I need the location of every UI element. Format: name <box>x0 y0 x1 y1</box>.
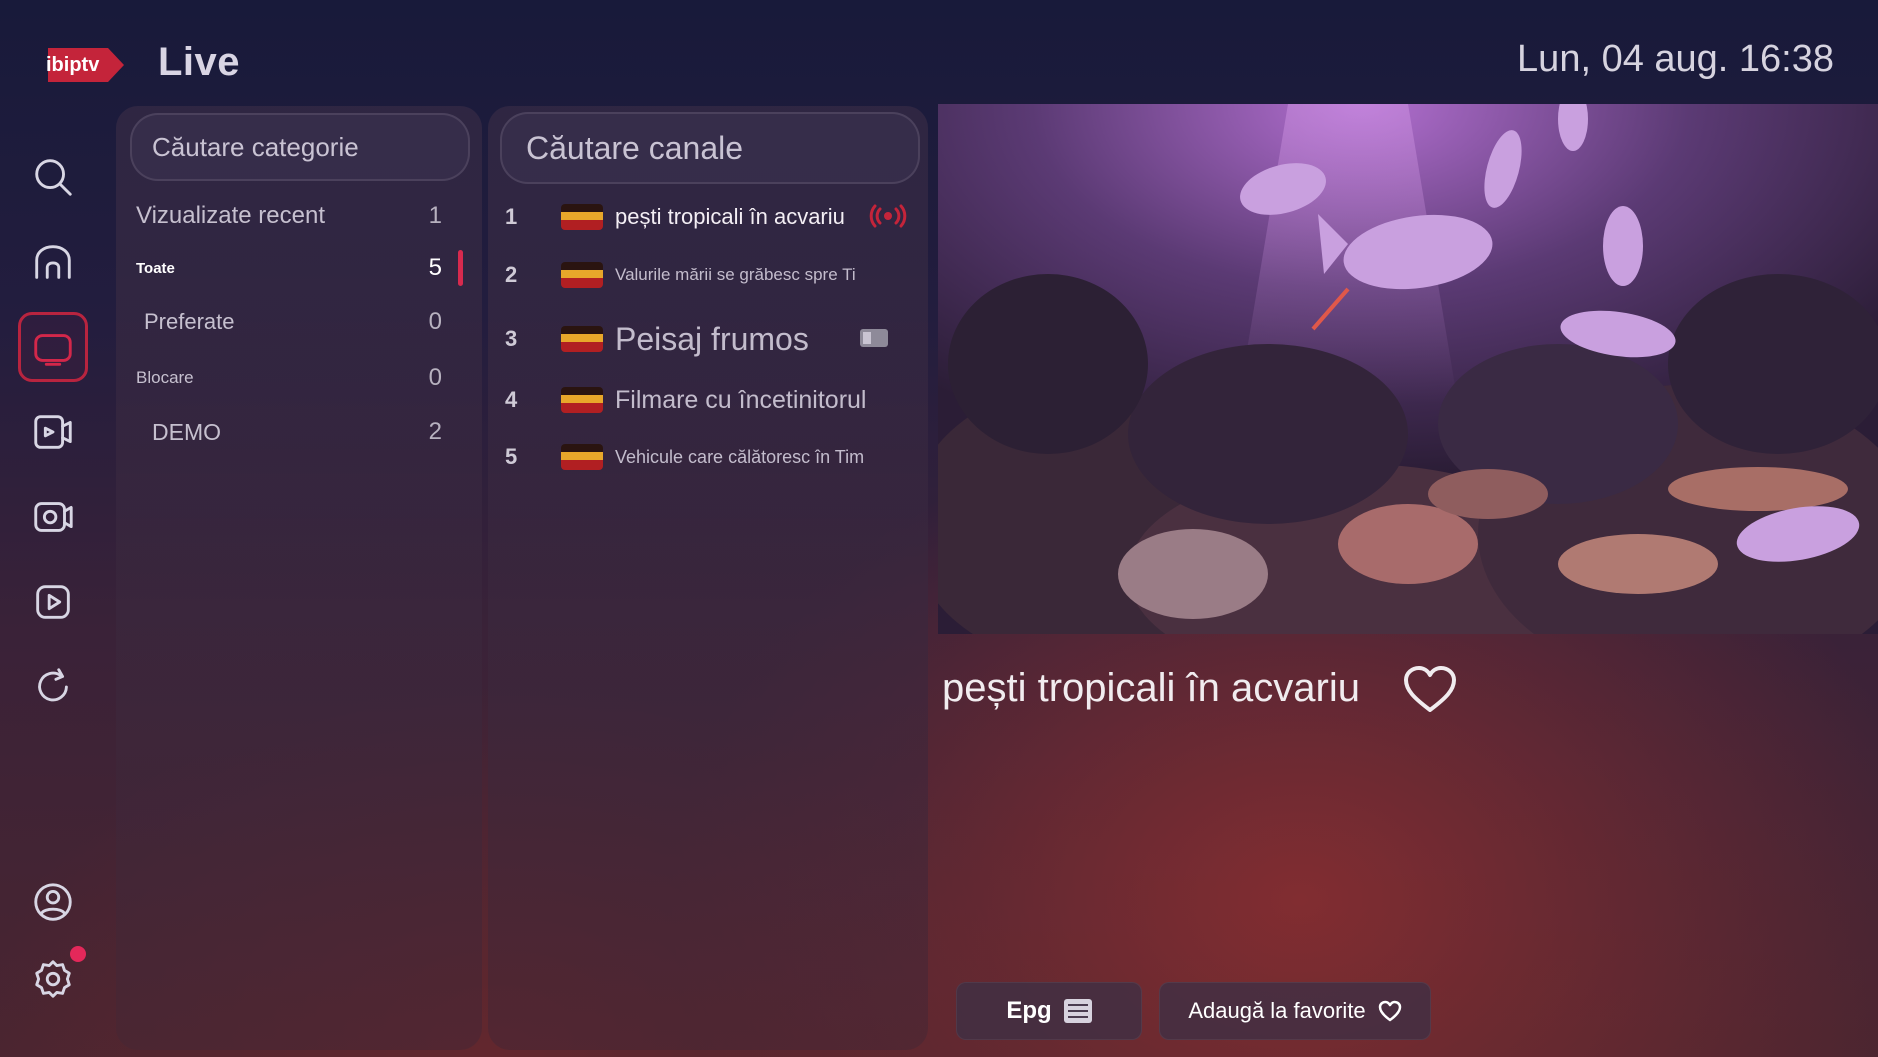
flag-icon <box>561 444 603 470</box>
tv-icon <box>34 334 72 366</box>
add-to-favorites-button[interactable]: Adaugă la favorite <box>1159 982 1431 1040</box>
channel-row[interactable]: 2 Valurile mării se grăbesc spre Ti <box>505 250 925 300</box>
category-count: 0 <box>428 364 442 391</box>
settings-icon <box>35 960 71 998</box>
channel-name: Valurile mării se grăbesc spre Ti <box>615 265 856 284</box>
page-title: Live <box>158 40 241 84</box>
category-count: 0 <box>428 308 442 335</box>
active-category-indicator <box>458 250 463 286</box>
play-icon <box>36 585 70 619</box>
epg-label: Epg <box>1006 997 1052 1024</box>
category-count: 1 <box>428 202 442 229</box>
profile-icon <box>34 883 72 921</box>
category-count: 2 <box>428 418 442 445</box>
clock: Lun, 04 aug. 16:38 <box>1517 38 1834 80</box>
favorite-label: Adaugă la favorite <box>1188 998 1366 1023</box>
flag-icon <box>561 204 603 230</box>
category-favorites[interactable]: Preferate 0 <box>136 302 466 342</box>
channel-name: Vehicule care călătoresc în Tim <box>615 446 865 467</box>
category-label: Toate <box>136 259 175 277</box>
search-icon <box>35 159 72 196</box>
flag-icon <box>561 326 603 352</box>
nav-series[interactable] <box>18 482 88 552</box>
channel-name: pești tropicali în acvariu <box>615 204 845 229</box>
nav-movies[interactable] <box>18 397 88 467</box>
category-recently-watched[interactable]: Vizualizate recent 1 <box>136 196 466 236</box>
channel-number: 2 <box>505 262 518 287</box>
heart-icon[interactable] <box>1402 664 1458 716</box>
category-label: Vizualizate recent <box>136 202 325 229</box>
channel-search-input[interactable]: Căutare canale <box>500 112 920 184</box>
nav-live-tv[interactable] <box>18 312 88 382</box>
channel-row[interactable]: 3 Peisaj frumos <box>505 314 925 364</box>
live-signal-icon <box>869 204 907 228</box>
category-label: DEMO <box>152 418 221 445</box>
logo-text: ibiptv <box>46 54 100 76</box>
channel-name: Peisaj frumos <box>615 320 809 357</box>
category-search-input[interactable]: Căutare categorie <box>130 113 470 181</box>
channel-panel <box>488 106 928 1050</box>
category-label: Preferate <box>144 309 235 334</box>
channel-number: 1 <box>505 204 518 229</box>
nav-player[interactable] <box>18 567 88 637</box>
heart-icon <box>1378 1000 1401 1022</box>
nav-profile[interactable] <box>18 867 88 937</box>
list-icon <box>1063 999 1092 1023</box>
video-frame <box>938 104 1878 634</box>
app-logo: ibiptv <box>38 40 126 90</box>
series-icon <box>34 502 73 532</box>
flag-icon <box>561 262 603 288</box>
nav-search[interactable] <box>18 142 88 212</box>
refresh-icon <box>38 668 68 702</box>
notification-dot <box>70 946 86 962</box>
channel-row[interactable]: 5 Vehicule care călătoresc în Tim <box>505 432 925 482</box>
category-blocked[interactable]: Blocare 0 <box>136 358 466 398</box>
category-label: Blocare <box>136 368 194 387</box>
channel-number: 5 <box>505 444 518 469</box>
epg-button[interactable]: Epg <box>956 982 1142 1040</box>
category-demo[interactable]: DEMO 2 <box>136 412 466 452</box>
home-icon <box>35 245 71 279</box>
channel-number: 3 <box>505 326 518 351</box>
channel-number: 4 <box>505 387 518 412</box>
flag-icon <box>561 387 603 413</box>
now-playing-title: pești tropicali în acvariu <box>942 666 1360 710</box>
category-all[interactable]: Toate 5 <box>136 248 466 288</box>
channel-row[interactable]: 4 Filmare cu încetinitorul <box>505 375 925 425</box>
channel-tv-icon <box>860 329 888 347</box>
nav-refresh[interactable] <box>18 652 88 722</box>
video-player[interactable] <box>938 104 1878 634</box>
channel-name: Filmare cu încetinitorul <box>615 385 867 414</box>
nav-home[interactable] <box>18 227 88 297</box>
channel-row[interactable]: 1 pești tropicali în acvariu <box>505 192 925 242</box>
movies-icon <box>34 415 72 449</box>
